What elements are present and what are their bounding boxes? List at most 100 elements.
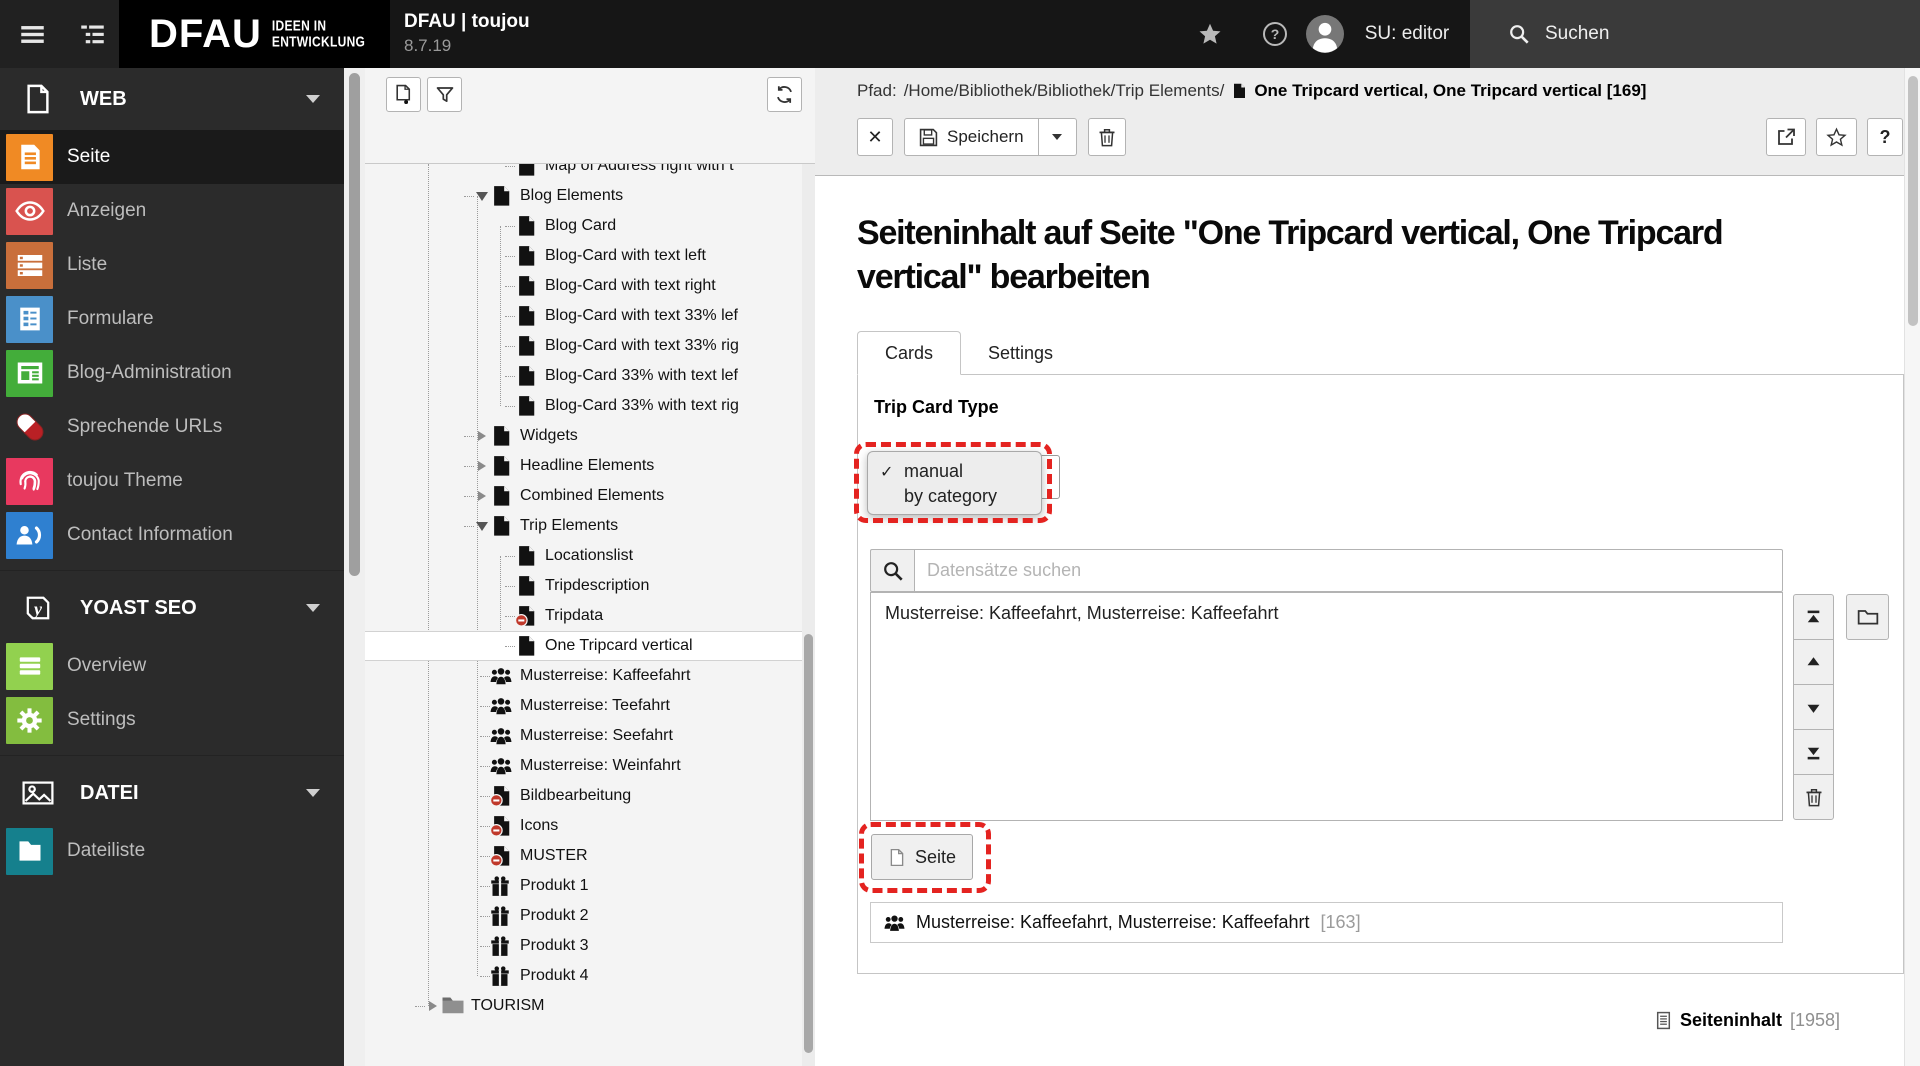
menu-section-web[interactable]: WEB (0, 68, 344, 130)
sidebar-item-contact-information[interactable]: Contact Information (0, 508, 344, 562)
tree-item-map-of-address-right-with-t[interactable]: Map of Address right with t (365, 164, 802, 181)
svg-text:?: ? (1271, 26, 1280, 42)
tab-cards[interactable]: Cards (857, 331, 961, 375)
tree-toggle-closed-icon[interactable] (474, 458, 490, 474)
sidebar-item-toujou-theme[interactable]: toujou Theme (0, 454, 344, 508)
help-icon[interactable]: ? (1250, 0, 1300, 68)
close-button[interactable]: ✕ (857, 118, 893, 156)
tree-item-produkt-1[interactable]: Produkt 1 (365, 871, 802, 901)
move-up-button[interactable] (1793, 639, 1834, 685)
save-button[interactable]: Speichern (904, 118, 1039, 156)
sidebar-item-formulare[interactable]: Formulare (0, 292, 344, 346)
sidebar-item-label: Anzeigen (67, 200, 146, 222)
page-tree-toggle-icon[interactable] (66, 0, 118, 68)
tree-item-blog-card-with-text-left[interactable]: Blog-Card with text left (365, 241, 802, 271)
user-menu[interactable]: SU: editor (1352, 0, 1462, 68)
tree-item-musterreise-kaffeefahrt[interactable]: Musterreise: Kaffeefahrt (365, 661, 802, 691)
bookmark-button[interactable] (1816, 118, 1857, 156)
tree-scrollbar-left[interactable] (344, 68, 365, 1066)
page-icon (490, 515, 512, 537)
path-value[interactable]: /Home/Bibliothek/Bibliothek/Trip Element… (904, 81, 1225, 101)
create-seite-button[interactable]: Seite (871, 834, 973, 880)
tree-toggle-closed-icon[interactable] (474, 488, 490, 504)
tree-item-trip-elements[interactable]: Trip Elements (365, 511, 802, 541)
gear-icon (6, 697, 53, 744)
tree-toggle-open-icon[interactable] (474, 188, 490, 204)
tree-item-tourism[interactable]: TOURISM (365, 991, 802, 1021)
avatar[interactable] (1302, 0, 1348, 68)
menu-section-label: WEB (80, 88, 127, 111)
menu-section-yoast-seo[interactable]: yYOAST SEO (0, 577, 344, 639)
tree-item-tripdata[interactable]: Tripdata (365, 601, 802, 631)
tree-item-musterreise-teefahrt[interactable]: Musterreise: Teefahrt (365, 691, 802, 721)
selected-records-listbox[interactable]: Musterreise: Kaffeefahrt, Musterreise: K… (870, 592, 1783, 821)
tree-toggle-open-icon[interactable] (474, 518, 490, 534)
tree-item-icons[interactable]: Icons (365, 811, 802, 841)
tree-item-locationslist[interactable]: Locationslist (365, 541, 802, 571)
sidebar-item-settings[interactable]: Settings (0, 693, 344, 747)
tree-scrollbar-right[interactable] (802, 164, 815, 1066)
tree-item-muster[interactable]: MUSTER (365, 841, 802, 871)
tree-item-musterreise-seefahrt[interactable]: Musterreise: Seefahrt (365, 721, 802, 751)
tree-item-combined-elements[interactable]: Combined Elements (365, 481, 802, 511)
refresh-icon (774, 84, 795, 105)
tree-item-produkt-4[interactable]: Produkt 4 (365, 961, 802, 991)
sidebar-item-seite[interactable]: Seite (0, 130, 344, 184)
site-title[interactable]: DFAU | toujou 8.7.19 (404, 11, 530, 56)
move-to-top-button[interactable] (1793, 594, 1834, 640)
docheader-help-button[interactable]: ? (1867, 118, 1903, 156)
dropdown-option-by-category[interactable]: by category (868, 484, 1041, 509)
move-down-button[interactable] (1793, 684, 1834, 730)
tree-toggle-closed-icon[interactable] (425, 998, 441, 1014)
menu-section-datei[interactable]: DATEI (0, 762, 344, 824)
tree-item-produkt-3[interactable]: Produkt 3 (365, 931, 802, 961)
dropdown-option-manual[interactable]: ✓manual (868, 459, 1041, 484)
sidebar-item-anzeigen[interactable]: Anzeigen (0, 184, 344, 238)
dfau-logo[interactable]: DFAU IDEEN INENTWICKLUNG (119, 0, 390, 68)
scrollbar-thumb[interactable] (349, 73, 360, 576)
page-icon (515, 575, 537, 597)
record-search-input[interactable] (914, 549, 1783, 592)
tree-item-widgets[interactable]: Widgets (365, 421, 802, 451)
tree-item-blog-card-33-with-text-rig[interactable]: Blog-Card 33% with text rig (365, 391, 802, 421)
selected-record-row[interactable]: Musterreise: Kaffeefahrt, Musterreise: K… (870, 902, 1783, 943)
refresh-tree-button[interactable] (767, 77, 802, 112)
browse-records-button[interactable] (1846, 594, 1889, 640)
global-search[interactable]: Suchen (1470, 0, 1920, 68)
scrollbar-thumb[interactable] (1908, 76, 1918, 326)
tree-item-label: Blog-Card 33% with text rig (545, 397, 743, 415)
tree-toggle-closed-icon[interactable] (474, 428, 490, 444)
new-page-icon (393, 84, 414, 105)
delete-button[interactable] (1088, 118, 1126, 156)
tree-item-blog-card-with-text-33-rig[interactable]: Blog-Card with text 33% rig (365, 331, 802, 361)
filter-button[interactable] (427, 77, 462, 112)
tree-item-produkt-2[interactable]: Produkt 2 (365, 901, 802, 931)
main-scrollbar[interactable] (1904, 68, 1920, 1066)
tree-item-blog-card-with-text-right[interactable]: Blog-Card with text right (365, 271, 802, 301)
tree-item-one-tripcard-vertical[interactable]: One Tripcard vertical (365, 631, 802, 661)
trip-card-type-select[interactable] (1041, 455, 1060, 499)
tree-item-blog-card-with-text-33-lef[interactable]: Blog-Card with text 33% lef (365, 301, 802, 331)
save-options-button[interactable] (1039, 118, 1077, 156)
sidebar-item-sprechende-urls[interactable]: Sprechende URLs (0, 400, 344, 454)
sidebar-item-liste[interactable]: Liste (0, 238, 344, 292)
menu-icon[interactable] (6, 0, 58, 68)
scrollbar-thumb[interactable] (804, 634, 813, 1053)
open-in-new-window-button[interactable] (1766, 118, 1806, 156)
sidebar-item-blog-administration[interactable]: Blog-Administration (0, 346, 344, 400)
sidebar-item-overview[interactable]: Overview (0, 639, 344, 693)
delete-button[interactable] (1793, 774, 1834, 820)
tree-item-musterreise-weinfahrt[interactable]: Musterreise: Weinfahrt (365, 751, 802, 781)
listbox-item[interactable]: Musterreise: Kaffeefahrt, Musterreise: K… (885, 603, 1768, 624)
bookmark-star-icon[interactable] (1185, 0, 1235, 68)
tree-item-blog-card-33-with-text-lef[interactable]: Blog-Card 33% with text lef (365, 361, 802, 391)
tree-item-blog-card[interactable]: Blog Card (365, 211, 802, 241)
tree-item-headline-elements[interactable]: Headline Elements (365, 451, 802, 481)
tree-item-tripdescription[interactable]: Tripdescription (365, 571, 802, 601)
new-page-button[interactable] (386, 77, 421, 112)
tab-settings[interactable]: Settings (961, 331, 1080, 375)
tree-item-blog-elements[interactable]: Blog Elements (365, 181, 802, 211)
move-to-bottom-button[interactable] (1793, 729, 1834, 775)
sidebar-item-dateiliste[interactable]: Dateiliste (0, 824, 344, 878)
tree-item-bildbearbeitung[interactable]: Bildbearbeitung (365, 781, 802, 811)
